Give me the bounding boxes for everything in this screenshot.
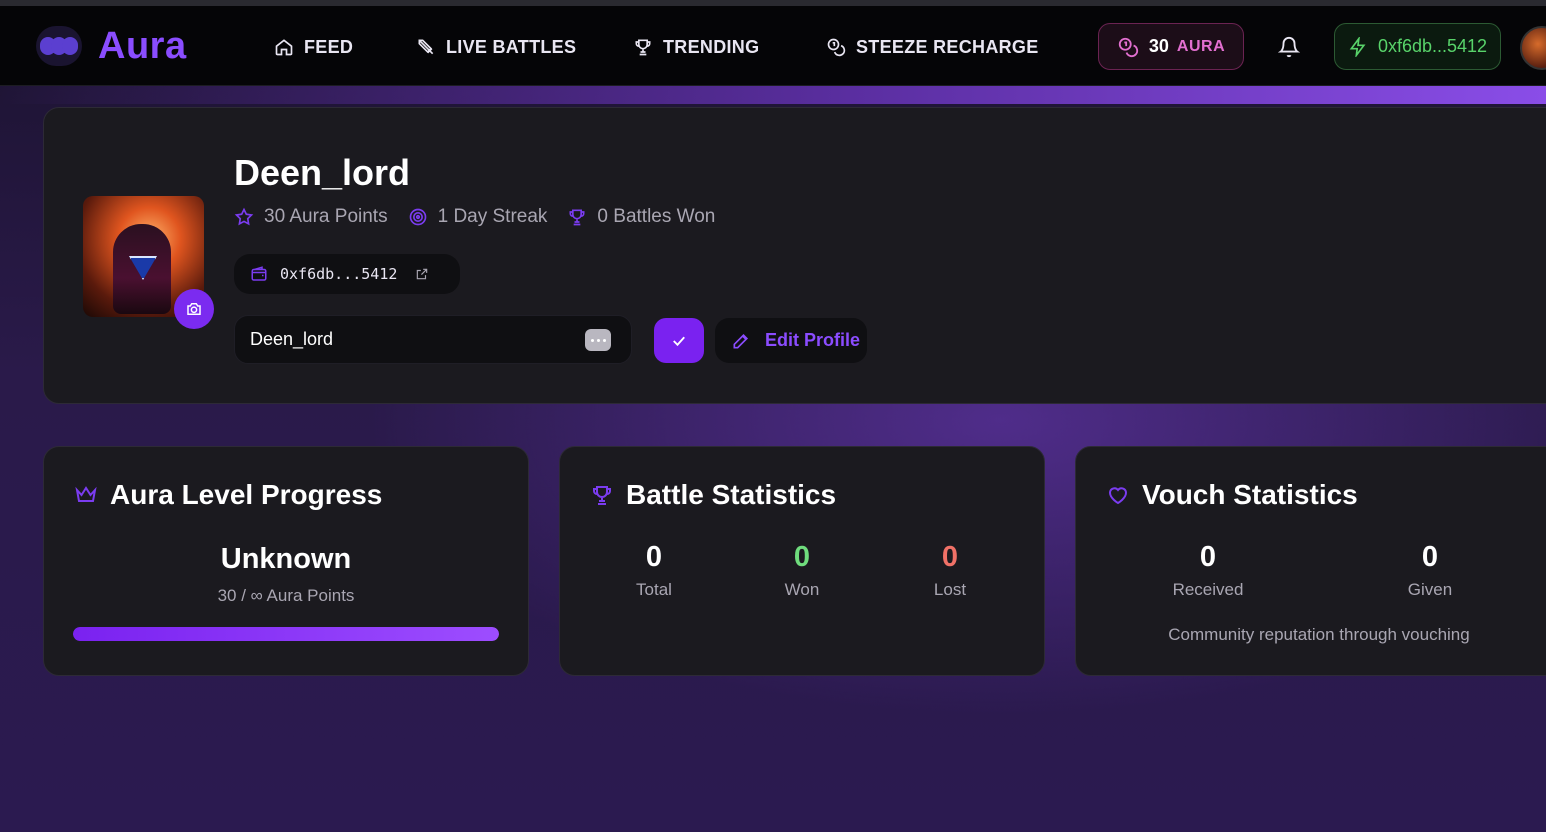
- more-options-icon[interactable]: [585, 329, 611, 351]
- profile-address: 0xf6db...5412: [280, 265, 398, 283]
- aura-progress-bar: [73, 627, 499, 641]
- swords-icon: [418, 39, 434, 55]
- star-icon: [234, 207, 254, 226]
- card-title-text: Vouch Statistics: [1142, 479, 1358, 510]
- target-icon: [409, 208, 426, 226]
- pencil-icon: [733, 333, 749, 348]
- aura-points-stat: 30 Aura Points: [234, 206, 388, 228]
- aura-balance-value: 30: [1148, 36, 1169, 56]
- nav-label: FEED: [304, 36, 354, 57]
- coins-icon: [1118, 37, 1138, 57]
- vouch-statistics-title: Vouch Statistics: [1106, 479, 1358, 511]
- nav-item-live-battles[interactable]: LIVE BATTLES: [416, 34, 576, 60]
- brand-logo[interactable]: Aura: [36, 24, 187, 68]
- trophy-icon: [593, 486, 611, 505]
- aura-balance-label: AURA: [1176, 37, 1226, 55]
- nav-label: LIVE BATTLES: [446, 36, 577, 57]
- home-icon: [275, 39, 293, 56]
- streak-text: 1 Day Streak: [437, 206, 548, 227]
- wallet-address-pill[interactable]: 0xf6db...5412: [234, 254, 460, 294]
- vouch-given-value: 0: [1421, 541, 1439, 573]
- wallet-button[interactable]: 0xf6db...5412: [1334, 23, 1501, 70]
- battles-won-text: 0 Battles Won: [597, 206, 716, 227]
- vouch-stat-given: 0 Given: [1370, 541, 1490, 600]
- brand-name: Aura: [98, 24, 187, 67]
- trophy-icon: [635, 39, 651, 56]
- crown-icon: [75, 486, 97, 502]
- aura-points-text: 30 Aura Points: [264, 206, 388, 227]
- notifications-bell-icon[interactable]: [1277, 36, 1301, 63]
- battle-statistics-card: Battle Statistics 0 Total 0 Won 0 Lost: [559, 446, 1045, 676]
- edit-profile-label: Edit Profile: [765, 330, 861, 350]
- nav-item-steeze-recharge[interactable]: STEEZE RECHARGE: [826, 34, 1039, 60]
- nav-label: TRENDING: [663, 36, 760, 57]
- camera-icon: [187, 303, 201, 315]
- battle-total-label: Total: [636, 580, 672, 599]
- aura-level-card: Aura Level Progress Unknown 30 / ∞ Aura …: [43, 446, 529, 676]
- aura-points-progress-text: 30 / ∞ Aura Points: [217, 586, 355, 605]
- vouch-description: Community reputation through vouching: [1168, 625, 1470, 644]
- user-avatar[interactable]: [1520, 26, 1546, 70]
- battle-total-value: 0: [645, 541, 663, 573]
- nav-item-trending[interactable]: TRENDING: [633, 34, 759, 60]
- profile-username: Deen_lord: [234, 152, 411, 193]
- card-title-text: Aura Level Progress: [110, 479, 383, 510]
- wallet-address: 0xf6db...5412: [1377, 36, 1488, 56]
- aura-level-value: Unknown: [220, 543, 352, 575]
- vouch-received-label: Received: [1172, 580, 1244, 599]
- battle-stat-total: 0 Total: [594, 541, 714, 600]
- accent-gradient-bar: [0, 86, 1546, 104]
- heart-icon: [1108, 487, 1128, 505]
- battle-stat-won: 0 Won: [742, 541, 862, 600]
- wallet-icon: [251, 266, 267, 281]
- username-input[interactable]: [234, 315, 632, 364]
- check-icon: [673, 336, 685, 346]
- nav-label: STEEZE RECHARGE: [856, 36, 1039, 57]
- save-username-button[interactable]: [654, 318, 704, 363]
- coins-icon: [827, 38, 846, 57]
- external-link-icon[interactable]: [415, 267, 429, 281]
- lightning-icon: [1349, 36, 1366, 57]
- aura-progress-fill: [73, 627, 499, 641]
- card-title-text: Battle Statistics: [626, 479, 837, 510]
- vouch-stat-received: 0 Received: [1148, 541, 1268, 600]
- battle-stat-lost: 0 Lost: [890, 541, 1010, 600]
- vouch-given-label: Given: [1407, 580, 1453, 599]
- trophy-icon: [569, 209, 585, 226]
- streak-stat: 1 Day Streak: [408, 206, 548, 228]
- battle-statistics-title: Battle Statistics: [590, 479, 836, 511]
- battle-lost-label: Lost: [933, 580, 967, 599]
- nav-item-feed[interactable]: FEED: [274, 34, 353, 60]
- battle-won-value: 0: [793, 541, 811, 573]
- battle-lost-value: 0: [941, 541, 959, 573]
- edit-profile-button[interactable]: Edit Profile: [715, 318, 867, 363]
- battle-won-label: Won: [784, 580, 820, 599]
- aura-balance-badge[interactable]: 30 AURA: [1098, 23, 1244, 70]
- logo-mark-icon: [36, 26, 82, 66]
- profile-card: Deen_lord 30 Aura Points 1 Day Streak 0 …: [43, 107, 1546, 404]
- vouch-statistics-card: Vouch Statistics 0 Received 0 Given Comm…: [1075, 446, 1546, 676]
- change-avatar-button[interactable]: [174, 289, 214, 329]
- profile-stats-row: 30 Aura Points 1 Day Streak 0 Battles Wo…: [234, 206, 735, 228]
- vouch-received-value: 0: [1199, 541, 1217, 573]
- top-navbar: Aura FEED LIVE BATTLES TRENDING STEEZE R…: [0, 6, 1546, 86]
- battles-won-stat: 0 Battles Won: [567, 206, 715, 228]
- aura-level-title: Aura Level Progress: [74, 479, 382, 511]
